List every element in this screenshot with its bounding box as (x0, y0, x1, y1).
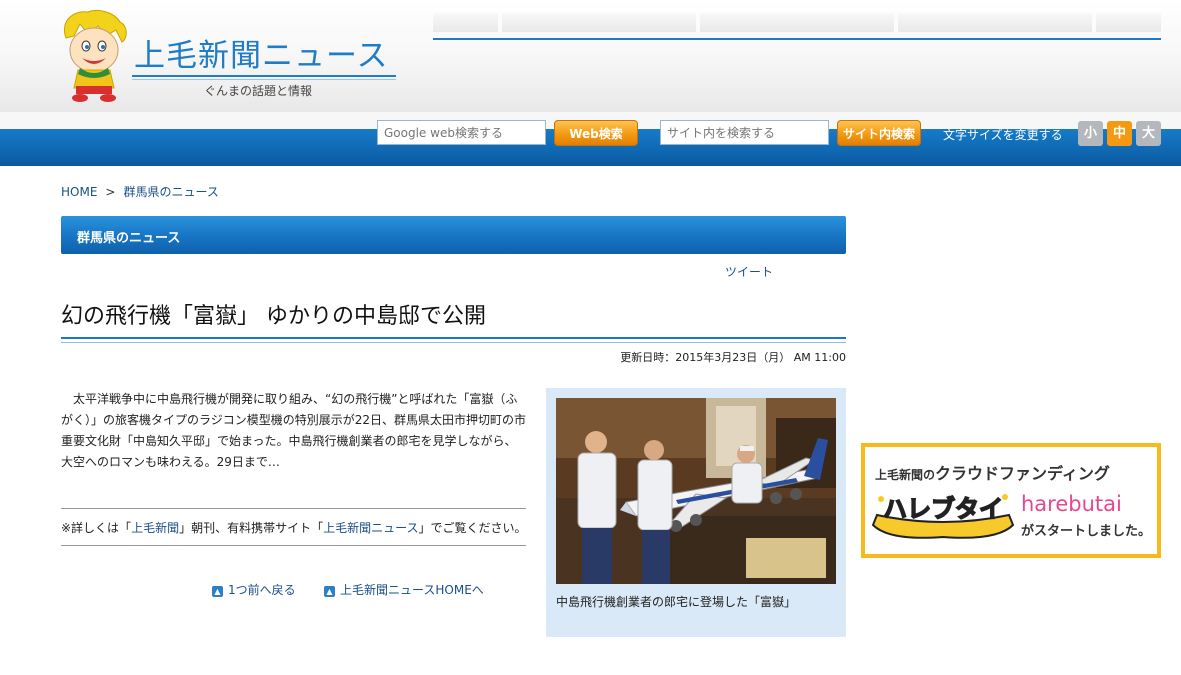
arrow-up-icon: ▲ (324, 586, 335, 597)
topnav-item[interactable] (502, 13, 696, 32)
home-link[interactable]: ▲ 上毛新聞ニュースHOMEへ (324, 581, 484, 598)
back-link[interactable]: ▲ 1つ前へ戻る (212, 581, 296, 598)
font-size-medium-button[interactable]: 中 (1107, 121, 1132, 146)
crowdfunding-banner[interactable]: 上毛新聞のクラウドファンディング ハレブタイ harebutai がスタートしま… (861, 443, 1161, 558)
site-title[interactable]: 上毛新聞ニュース (134, 30, 388, 75)
article-details-note: ※詳しくは「上毛新聞」朝刊、有料携帯サイト「上毛新聞ニュース」でご覧ください。 (61, 519, 527, 536)
chevron-right-icon: > (105, 185, 116, 199)
logo-underline-thin (132, 79, 396, 80)
google-search-input[interactable] (377, 120, 546, 145)
jomo-news-site-link[interactable]: 上毛新聞ニュース (323, 521, 418, 535)
article-updated-date: 更新日時：2015年3月23日（月） AM 11:00 (620, 351, 846, 364)
topnav-item[interactable] (700, 13, 894, 32)
site-logo[interactable]: 上毛新聞ニュース ぐんまの話題と情報 (58, 8, 403, 104)
body-divider (61, 508, 526, 509)
arrow-up-icon: ▲ (212, 586, 223, 597)
banner-heading: 上毛新聞のクラウドファンディング (875, 460, 1110, 484)
article-photo[interactable] (556, 398, 836, 584)
topnav-item[interactable] (898, 13, 1092, 32)
title-divider-thin (61, 342, 846, 343)
photo-box: 中島飛行機創業者の郎宅に登場した「富嶽」 (546, 388, 846, 637)
font-size-label: 文字サイズを変更する (943, 128, 1063, 142)
banner-subtitle: がスタートしました。 (1021, 524, 1152, 539)
photo-caption: 中島飛行機創業者の郎宅に登場した「富嶽」 (556, 595, 797, 609)
site-header: 上毛新聞ニュース ぐんまの話題と情報 (0, 0, 1181, 112)
top-navigation (433, 13, 1161, 41)
section-title: 群馬県のニュース (77, 231, 181, 246)
font-size-large-button[interactable]: 大 (1136, 121, 1161, 146)
home-link-label[interactable]: 上毛新聞ニュースHOMEへ (340, 583, 484, 597)
banner-brand-en: harebutai (1021, 492, 1122, 516)
breadcrumb-home-link[interactable]: HOME (61, 185, 97, 199)
site-tagline: ぐんまの話題と情報 (204, 84, 313, 98)
logo-underline (132, 75, 396, 77)
banner-brand-jp: ハレブタイ (883, 495, 1003, 523)
airplane-model-photo-icon (556, 398, 836, 584)
details-prefix: ※詳しくは「 (61, 521, 132, 535)
breadcrumb: HOME > 群馬県のニュース (61, 183, 219, 200)
site-search-input[interactable] (660, 120, 829, 145)
banner-inner: 上毛新聞のクラウドファンディング ハレブタイ harebutai がスタートしま… (865, 447, 1157, 554)
details-suffix: 」でご覧ください。 (418, 521, 527, 535)
topnav-underline (433, 38, 1161, 40)
font-size-small-button[interactable]: 小 (1078, 121, 1103, 146)
banner-heading-prefix: 上毛新聞の (875, 468, 936, 482)
article-body: 太平洋戦争中に中島飛行機が開発に取り組み、“幻の飛行機”と呼ばれた「富嶽（ふがく… (61, 392, 527, 469)
article-title: 幻の飛行機「富嶽」 ゆかりの中島邸で公開 (61, 304, 486, 329)
details-middle: 」朝刊、有料携帯サイト「 (179, 521, 324, 535)
back-link-label[interactable]: 1つ前へ戻る (228, 583, 296, 597)
section-header: 群馬県のニュース (61, 216, 846, 254)
body-divider-bottom (61, 545, 526, 546)
harebutai-logo-icon: ハレブタイ (871, 494, 1015, 539)
topnav-item[interactable] (433, 13, 498, 32)
banner-heading-main: クラウドファンディング (935, 464, 1110, 483)
site-search-button[interactable]: サイト内検索 (837, 120, 921, 146)
topnav-item[interactable] (1096, 13, 1161, 32)
web-search-button[interactable]: Web検索 (554, 120, 638, 146)
tweet-link[interactable]: ツイート (725, 263, 773, 280)
jomo-newspaper-link[interactable]: 上毛新聞 (131, 521, 179, 535)
mascot-logo-icon (64, 9, 127, 102)
title-divider (61, 337, 846, 339)
breadcrumb-current[interactable]: 群馬県のニュース (123, 183, 218, 200)
